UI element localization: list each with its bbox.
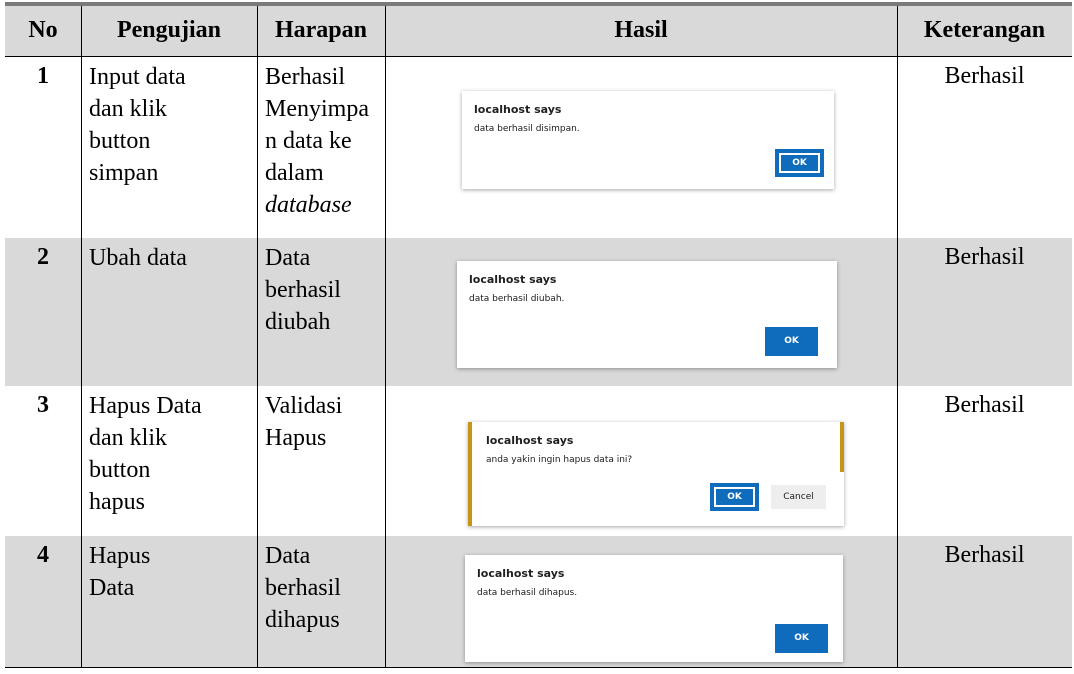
ok-button[interactable]: OK [775, 624, 828, 653]
dialog-message: anda yakin ingin hapus data ini? [486, 455, 633, 465]
table-row: 1 Input data dan klik button simpan Berh… [5, 57, 1072, 238]
cancel-button[interactable]: Cancel [771, 485, 826, 509]
pengujian-cell: Input data dan klik button simpan [89, 64, 186, 186]
hasil-cell: localhost says data berhasil disimpan. O… [385, 57, 897, 238]
harapan-cell: Data berhasil dihapus [265, 543, 341, 633]
table-header-row: No Pengujian Harapan Hasil Keterangan [5, 6, 1072, 57]
pengujian-cell: Hapus Data [89, 543, 151, 601]
harapan-cell: Validasi Hapus [265, 393, 343, 451]
row-number: 2 [37, 244, 49, 270]
header-pengujian: Pengujian [116, 17, 221, 43]
keterangan-cell: Berhasil [944, 542, 1025, 568]
ok-button[interactable]: OK [777, 151, 822, 175]
hasil-cell: localhost says data berhasil dihapus. OK [385, 536, 897, 667]
row-number: 3 [37, 392, 49, 418]
keterangan-cell: Berhasil [944, 63, 1025, 89]
alert-dialog: localhost says data berhasil diubah. OK [457, 261, 837, 368]
row-number: 4 [37, 542, 49, 568]
confirm-dialog: localhost says anda yakin ingin hapus da… [468, 422, 844, 526]
keterangan-cell: Berhasil [944, 244, 1025, 270]
row-number: 1 [37, 63, 49, 89]
pengujian-cell: Ubah data [89, 245, 187, 271]
dialog-message: data berhasil disimpan. [474, 124, 580, 134]
header-harapan: Harapan [274, 17, 367, 43]
keterangan-cell: Berhasil [944, 392, 1025, 418]
background-page-edge [840, 422, 844, 472]
pengujian-cell: Hapus Data dan klik button hapus [89, 393, 202, 515]
header-keterangan: Keterangan [923, 17, 1046, 43]
hasil-cell: localhost says data berhasil diubah. OK [385, 238, 897, 386]
dialog-message: data berhasil dihapus. [477, 588, 578, 598]
table-row: 2 Ubah data Data berhasil diubah localho… [5, 238, 1072, 386]
hasil-cell: localhost says anda yakin ingin hapus da… [385, 386, 897, 536]
harapan-cell: Data berhasil diubah [265, 245, 341, 335]
dialog-title: localhost says [486, 434, 574, 447]
ok-button[interactable]: OK [712, 485, 757, 509]
ok-button[interactable]: OK [765, 327, 818, 356]
header-hasil: Hasil [614, 17, 668, 43]
dialog-title: localhost says [477, 567, 565, 580]
table-row: 3 Hapus Data dan klik button hapus Valid… [5, 386, 1072, 536]
test-results-table: No Pengujian Harapan Hasil Keterangan 1 … [0, 0, 1074, 674]
dialog-message: data berhasil diubah. [469, 294, 565, 304]
dialog-title: localhost says [474, 103, 562, 116]
background-page-edge [468, 422, 472, 526]
dialog-title: localhost says [469, 273, 557, 286]
table-row: 4 Hapus Data Data berhasil dihapus local… [5, 536, 1072, 667]
table-bottom-border [5, 667, 1072, 668]
alert-dialog: localhost says data berhasil dihapus. OK [465, 555, 843, 662]
alert-dialog: localhost says data berhasil disimpan. O… [462, 91, 834, 189]
harapan-cell: Berhasil Menyimpa n data ke dalam databa… [265, 64, 369, 218]
header-no: No [28, 17, 58, 43]
